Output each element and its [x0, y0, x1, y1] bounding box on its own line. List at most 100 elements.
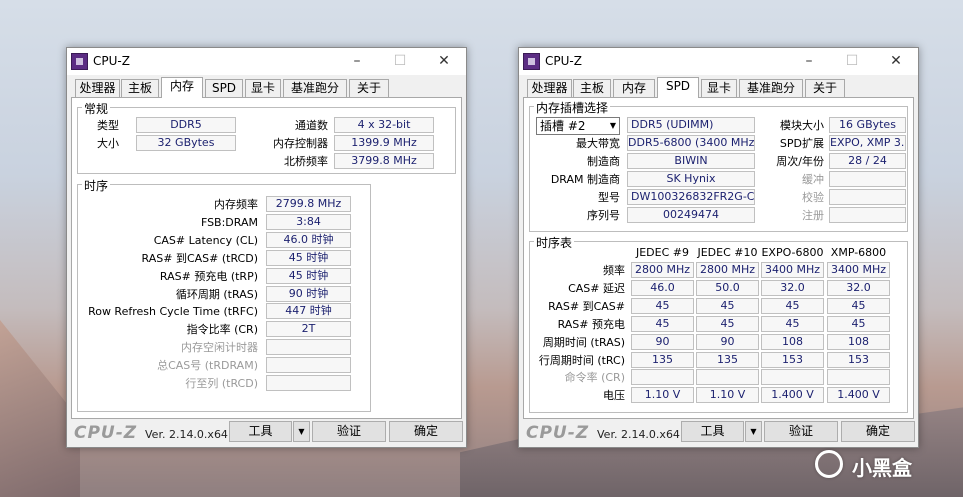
timing-table-cell: 46.0	[631, 279, 694, 296]
timing-table-cell: 45	[761, 297, 824, 314]
footer-bar: CPU-Z Ver. 2.14.0.x64 工具 ▼ 验证 确定	[519, 417, 918, 447]
tab-graphics[interactable]: 显卡	[701, 79, 737, 97]
timing-column-header: XMP-6800	[830, 246, 887, 259]
window-title: CPU-Z	[93, 54, 130, 68]
timing-value: 2T	[266, 321, 351, 338]
timing-label: RAS# 预充电 (tRP)	[159, 269, 258, 283]
tab-spd[interactable]: SPD	[205, 79, 243, 97]
timing-table-row-label: 命令率 (CR)	[564, 371, 625, 385]
tab-graphics[interactable]: 显卡	[245, 79, 281, 97]
manufacturer-label: 制造商	[587, 155, 620, 168]
tab-spd[interactable]: SPD	[657, 77, 699, 98]
ok-button[interactable]: 确定	[841, 421, 915, 442]
cpuz-window-spd: CPU-Z – ☐ ✕ 处理器 主板 内存 SPD 显卡 基准跑分 关于 内存插…	[518, 47, 919, 448]
week-year-value: 28 / 24	[829, 153, 906, 169]
timing-table-row-label: 频率	[603, 264, 625, 277]
slot-select-value: 插槽 #2	[540, 119, 586, 133]
part-number-value: DW100326832FR2G-CW00	[627, 189, 755, 205]
tools-button[interactable]: 工具	[229, 421, 292, 442]
tab-about[interactable]: 关于	[805, 79, 845, 97]
timing-table-cell: 90	[631, 333, 694, 350]
timing-table-cell: 45	[761, 315, 824, 332]
tools-dropdown-icon[interactable]: ▼	[745, 421, 762, 442]
size-label: 大小	[97, 137, 119, 150]
tab-cpu[interactable]: 处理器	[75, 79, 120, 97]
cpuz-logo: CPU-Z	[74, 423, 138, 443]
type-label: 类型	[97, 119, 119, 132]
timing-value: 90 时钟	[266, 285, 351, 302]
northbridge-value: 3799.8 MHz	[334, 153, 434, 169]
timing-value: 46.0 时钟	[266, 231, 351, 248]
tools-button[interactable]: 工具	[681, 421, 744, 442]
timing-value	[266, 339, 351, 356]
check-value	[829, 189, 906, 205]
general-group: 常规 类型 DDR5 大小 32 GBytes 通道数 4 x 32-bit 内…	[77, 100, 456, 174]
tab-bench[interactable]: 基准跑分	[283, 79, 347, 97]
buffer-value	[829, 171, 906, 187]
timing-table-cell: 50.0	[696, 279, 759, 296]
spd-ext-label: SPD扩展	[779, 137, 824, 150]
timing-table-cell: 108	[827, 333, 890, 350]
close-button[interactable]: ✕	[876, 50, 916, 72]
size-value: 32 GBytes	[136, 135, 236, 151]
timing-value: 2799.8 MHz	[266, 196, 351, 212]
validate-button[interactable]: 验证	[764, 421, 838, 442]
close-button[interactable]: ✕	[424, 50, 464, 72]
minimize-button[interactable]: –	[789, 50, 829, 72]
timing-table-cell: 3400 MHz	[761, 262, 824, 278]
timing-table-group: 时序表 JEDEC #9 JEDEC #10 EXPO-6800 XMP-6800 频率…	[529, 234, 908, 413]
title-bar[interactable]: CPU-Z – ☐ ✕	[67, 48, 466, 75]
ok-button[interactable]: 确定	[389, 421, 463, 442]
dram-manufacturer-label: DRAM 制造商	[550, 173, 620, 186]
timing-table-cell	[631, 369, 694, 386]
validate-button[interactable]: 验证	[312, 421, 386, 442]
tab-memory[interactable]: 内存	[613, 79, 655, 97]
timing-label: RAS# 到CAS# (tRCD)	[141, 251, 258, 265]
timing-value	[266, 375, 351, 391]
tab-mainboard[interactable]: 主板	[573, 79, 611, 97]
tab-cpu[interactable]: 处理器	[527, 79, 572, 97]
timing-label: 内存频率	[214, 198, 258, 211]
registered-value	[829, 207, 906, 223]
timing-table-cell	[761, 369, 824, 386]
channels-label: 通道数	[295, 119, 328, 132]
timing-value: 45 时钟	[266, 249, 351, 266]
timing-table-cell: 45	[827, 315, 890, 332]
timing-value	[266, 357, 351, 374]
timing-table-cell: 135	[696, 351, 759, 368]
memory-controller-label: 内存控制器	[273, 137, 328, 150]
timing-table-cell: 45	[696, 315, 759, 332]
memory-controller-value: 1399.9 MHz	[334, 135, 434, 151]
timing-table-cell: 45	[631, 297, 694, 314]
slot-select[interactable]: 插槽 #2 ▼	[536, 117, 620, 135]
timing-table-cell: 45	[631, 315, 694, 332]
timing-table-cell: 32.0	[761, 279, 824, 296]
maximize-button[interactable]: ☐	[380, 50, 420, 72]
timing-table-row-label: CAS# 延迟	[568, 281, 625, 295]
slot-group-title: 内存插槽选择	[534, 99, 611, 116]
timings-group-title: 时序	[82, 177, 111, 194]
minimize-button[interactable]: –	[337, 50, 377, 72]
timing-table-cell: 2800 MHz	[631, 262, 694, 278]
tab-memory[interactable]: 内存	[161, 77, 203, 98]
timing-table-title: 时序表	[534, 234, 575, 251]
tab-mainboard[interactable]: 主板	[121, 79, 159, 97]
manufacturer-value: BIWIN	[627, 153, 755, 169]
timing-table-cell: 1.10 V	[696, 387, 759, 404]
spd-ext-value: EXPO, XMP 3.0	[829, 135, 906, 151]
title-bar[interactable]: CPU-Z – ☐ ✕	[519, 48, 918, 75]
tab-bench[interactable]: 基准跑分	[739, 79, 803, 97]
module-type-value: DDR5 (UDIMM)	[627, 117, 755, 133]
buffer-label: 缓冲	[802, 173, 824, 186]
tools-dropdown-icon[interactable]: ▼	[293, 421, 310, 442]
timing-table-cell: 1.10 V	[631, 387, 694, 404]
tab-about[interactable]: 关于	[349, 79, 389, 97]
timing-label: Row Refresh Cycle Time (tRFC)	[88, 305, 258, 319]
timing-value: 447 时钟	[266, 303, 351, 320]
timings-group: 时序 内存频率 2799.8 MHz FSB:DRAM 3:84 CAS# Latenc…	[77, 177, 371, 412]
serial-number-label: 序列号	[587, 209, 620, 222]
timing-label: 行至列 (tRCD)	[185, 377, 258, 390]
timing-label: FSB:DRAM	[200, 215, 258, 229]
maximize-button[interactable]: ☐	[832, 50, 872, 72]
timing-table-row-label: 周期时间 (tRAS)	[542, 335, 625, 349]
